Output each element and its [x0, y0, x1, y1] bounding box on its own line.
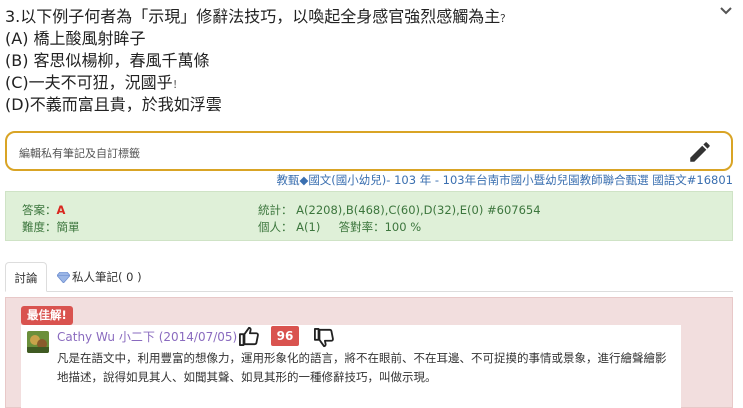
- answer-stats-panel: 答案：A 難度：簡單 統計： A(2208),B(468),C(60),D(32…: [5, 191, 733, 241]
- question-title-tail: ？: [500, 14, 511, 25]
- personal-label: 個人： A(1): [258, 220, 321, 234]
- vote-count: 96: [271, 326, 299, 346]
- avatar-image: [27, 331, 49, 353]
- question-title: 3.以下例子何者為「示現」修辭法技巧，以喚起全身感官強烈感觸為主？: [5, 6, 725, 28]
- option-b[interactable]: (B) 客思似楊柳，春風千萬條: [5, 50, 725, 72]
- option-a-label: (A) 橋上酸風射眸子: [5, 29, 146, 48]
- gem-icon: [57, 272, 70, 283]
- tab-discussion[interactable]: 討論: [5, 262, 47, 292]
- private-note-editor[interactable]: 編輯私有筆記及自訂標籤: [5, 131, 733, 171]
- avatar[interactable]: [27, 331, 49, 353]
- option-c[interactable]: (C)一夫不可狃，況國乎！: [5, 72, 725, 94]
- author-name[interactable]: Cathy Wu: [57, 330, 115, 344]
- option-c-label: (C)一夫不可狃，況國乎: [5, 73, 173, 92]
- question-block: 3.以下例子何者為「示現」修辭法技巧，以喚起全身感官強烈感觸為主？ (A) 橋上…: [5, 6, 725, 116]
- question-title-text: 3.以下例子何者為「示現」修辭法技巧，以喚起全身感官強烈感觸為主: [5, 7, 501, 26]
- option-d[interactable]: (D)不義而富且貴，於我如浮雲: [5, 94, 725, 116]
- author-grade: 小二下: [118, 330, 155, 344]
- exam-meta: 教甄◆國文(國小幼兒)- 103 年 - 103年台南市國小暨幼兒園教師聯合甄選…: [276, 172, 733, 188]
- comment-author[interactable]: Cathy Wu 小二下 (2014/07/05): [57, 328, 237, 345]
- pencil-icon[interactable]: [687, 139, 713, 165]
- comment-date: (2014/07/05): [158, 330, 238, 344]
- stats-line: 統計： A(2208),B(468),C(60),D(32),E(0) #607…: [258, 203, 541, 217]
- discussion-panel: 最佳解! Cathy Wu 小二下 (2014/07/05) 96 凡是在語文中…: [5, 297, 733, 408]
- tab-private-notes[interactable]: 私人筆記( 0 ): [57, 262, 142, 292]
- subject-link[interactable]: 教甄◆國文(國小幼兒): [276, 173, 386, 187]
- answer-value: A: [56, 203, 66, 217]
- answer-row: 答案：A: [22, 202, 65, 218]
- option-a[interactable]: (A) 橋上酸風射眸子: [5, 28, 725, 50]
- thumbs-down-icon[interactable]: [313, 328, 335, 348]
- comment-card: Cathy Wu 小二下 (2014/07/05) 96 凡是在語文中，利用豐富…: [21, 325, 681, 408]
- option-d-label: (D)不義而富且貴，於我如浮雲: [5, 95, 222, 114]
- option-b-label: (B) 客思似楊柳，春風千萬條: [5, 51, 210, 70]
- accuracy-text: 答對率：100 %: [338, 220, 422, 234]
- private-notes-label: 私人筆記( 0 ): [72, 270, 142, 284]
- option-c-tail: ！: [172, 80, 183, 91]
- best-answer-badge: 最佳解!: [21, 306, 73, 325]
- year-text: - 103 年 -: [386, 173, 443, 187]
- answer-label: 答案：: [22, 203, 57, 217]
- note-placeholder: 編輯私有筆記及自訂標籤: [19, 147, 140, 160]
- comment-body: 凡是在語文中，利用豐富的想像力，運用形象化的語言，將不在眼前、不在耳邊、不可捉摸…: [57, 351, 667, 384]
- exam-link[interactable]: 103年台南市國小暨幼兒園教師聯合甄選 國語文#16801: [443, 173, 733, 187]
- personal-stats: 個人： A(1) 答對率：100 %: [258, 219, 421, 235]
- difficulty-text: 難度：簡單: [22, 220, 80, 234]
- thumbs-up-icon[interactable]: [238, 326, 260, 346]
- tab-bar: 討論 私人筆記( 0 ): [5, 262, 733, 292]
- chevron-down-icon[interactable]: [719, 4, 733, 18]
